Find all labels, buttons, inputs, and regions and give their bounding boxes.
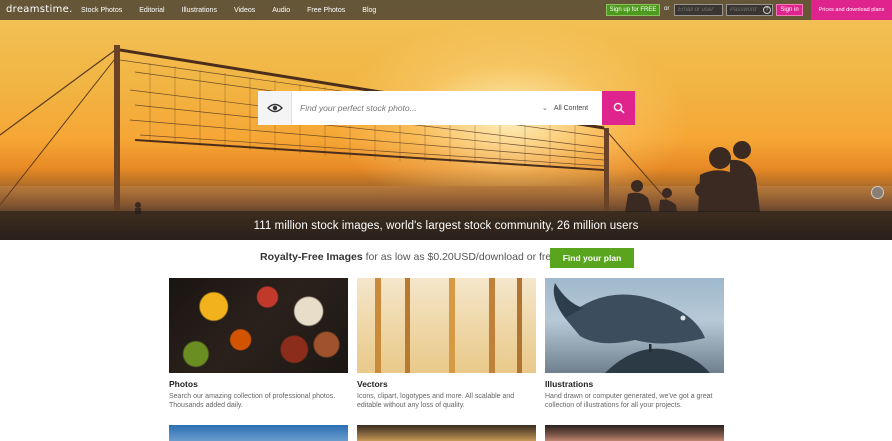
signin-button[interactable]: Sign in	[776, 4, 803, 16]
stats-text: 111 million stock images, world's larges…	[253, 219, 639, 232]
search-icon	[613, 102, 625, 114]
dreamstime-logo[interactable]: dreamstime.	[6, 4, 73, 15]
card-desc-illustrations: Hand drawn or computer generated, we've …	[545, 393, 713, 409]
search-button[interactable]	[602, 91, 635, 125]
illustrations-card-image[interactable]	[545, 278, 724, 373]
card-desc-vectors: Icons, clipart, logotypes and more. All …	[357, 393, 515, 409]
nav-link-illustrations[interactable]: Illustrations	[182, 7, 217, 14]
show-password-icon[interactable]: ?	[763, 6, 771, 14]
editorial-card-image[interactable]	[169, 425, 348, 441]
signup-button[interactable]: Sign up for FREE	[606, 4, 660, 16]
royalty-free-tagline: Royalty-Free Images for as low as $0.20U…	[260, 251, 557, 263]
royalty-free-price-text: for as low as $0.20USD/download or free	[362, 251, 558, 263]
card-title-vectors[interactable]: Vectors	[357, 379, 536, 389]
content-type-label: All Content	[553, 104, 589, 112]
hero-banner: dreamstime. Stock Photos Editorial Illus…	[0, 0, 892, 240]
nav-link-videos[interactable]: Videos	[234, 7, 255, 14]
card-title-photos[interactable]: Photos	[169, 379, 348, 389]
card-desc-photos: Search our amazing collection of profess…	[169, 393, 336, 409]
email-field[interactable]	[674, 4, 723, 16]
royalty-free-heading: Royalty-Free Images	[260, 251, 363, 263]
nav-link-stock-photos[interactable]: Stock Photos	[81, 7, 122, 14]
audio-card-image[interactable]	[545, 425, 724, 441]
find-your-plan-button[interactable]: Find your plan	[550, 248, 634, 268]
nav-link-blog[interactable]: Blog	[362, 7, 376, 14]
chevron-down-icon: ⌄	[542, 105, 548, 112]
content-type-dropdown[interactable]: ⌄ All Content	[542, 91, 588, 125]
video-card-image[interactable]	[357, 425, 536, 441]
prices-plans-button[interactable]: Prices and download plans	[811, 0, 892, 20]
nav-links: Stock Photos Editorial Illustrations Vid…	[81, 0, 393, 20]
or-label: or	[664, 6, 670, 12]
stats-banner: 111 million stock images, world's larges…	[0, 211, 892, 240]
search-bar: ⌄ All Content	[258, 91, 602, 125]
category-card-photos[interactable]: Photos Search our amazing collection of …	[169, 278, 348, 410]
photos-card-image[interactable]	[169, 278, 348, 373]
visual-search-eye-icon[interactable]	[258, 91, 292, 125]
fish-illustration	[553, 283, 710, 373]
search-input[interactable]	[300, 93, 530, 123]
category-card-vectors[interactable]: Vectors Icons, clipart, logotypes and mo…	[357, 278, 536, 410]
vectors-card-image[interactable]	[357, 278, 536, 373]
top-navigation-bar: dreamstime. Stock Photos Editorial Illus…	[0, 0, 892, 20]
nav-link-audio[interactable]: Audio	[272, 7, 290, 14]
category-card-illustrations[interactable]: Illustrations Hand drawn or computer gen…	[545, 278, 724, 410]
feedback-side-icon[interactable]	[871, 186, 884, 199]
nav-link-free-photos[interactable]: Free Photos	[307, 7, 345, 14]
card-title-illustrations[interactable]: Illustrations	[545, 379, 724, 389]
nav-link-editorial[interactable]: Editorial	[139, 7, 164, 14]
